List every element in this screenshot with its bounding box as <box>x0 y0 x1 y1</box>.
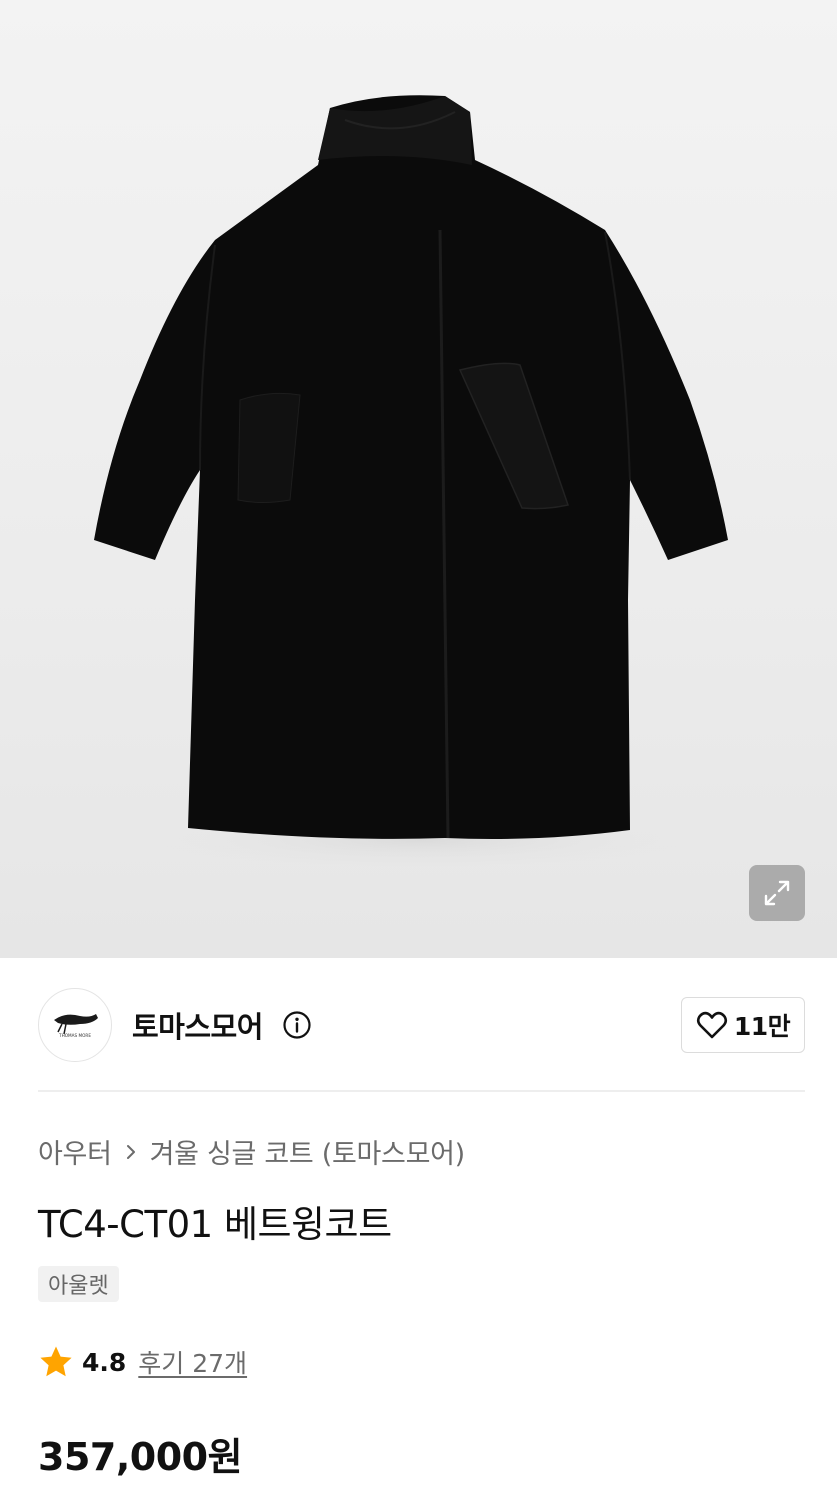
like-button[interactable]: 11만 <box>681 997 805 1053</box>
whale-logo-icon: THOMAS MORE <box>54 1014 98 1038</box>
info-icon[interactable] <box>282 1010 312 1040</box>
like-count: 11만 <box>733 1012 791 1041</box>
expand-icon <box>764 880 790 906</box>
divider <box>38 1090 805 1092</box>
rating-row: 4.8 후기 27개 <box>38 1344 247 1380</box>
brand-logo[interactable]: THOMAS MORE <box>38 988 112 1062</box>
rating-value: 4.8 <box>82 1347 127 1377</box>
brand-row: THOMAS MORE 토마스모어 11만 <box>0 958 837 1090</box>
breadcrumb-category[interactable]: 겨울 싱글 코트 (토마스모어) <box>150 1132 466 1171</box>
outlet-badge: 아울렛 <box>38 1266 119 1302</box>
chevron-right-icon <box>126 1144 135 1159</box>
product-title: TC4-CT01 베트윙코트 <box>38 1203 392 1246</box>
price: 357,000원 <box>38 1435 243 1479</box>
logo-wordmark: THOMAS MORE <box>58 1033 91 1038</box>
star-icon <box>40 1346 72 1377</box>
heart-icon <box>696 1011 727 1039</box>
breadcrumb-root[interactable]: 아우터 <box>38 1132 112 1171</box>
review-link[interactable]: 후기 27개 <box>138 1344 247 1380</box>
zoom-button[interactable] <box>749 865 805 921</box>
product-image[interactable] <box>0 0 837 958</box>
coat-photo <box>94 95 728 870</box>
breadcrumb: 아우터 겨울 싱글 코트 (토마스모어) <box>38 1132 465 1171</box>
brand-name[interactable]: 토마스모어 <box>132 1004 263 1046</box>
